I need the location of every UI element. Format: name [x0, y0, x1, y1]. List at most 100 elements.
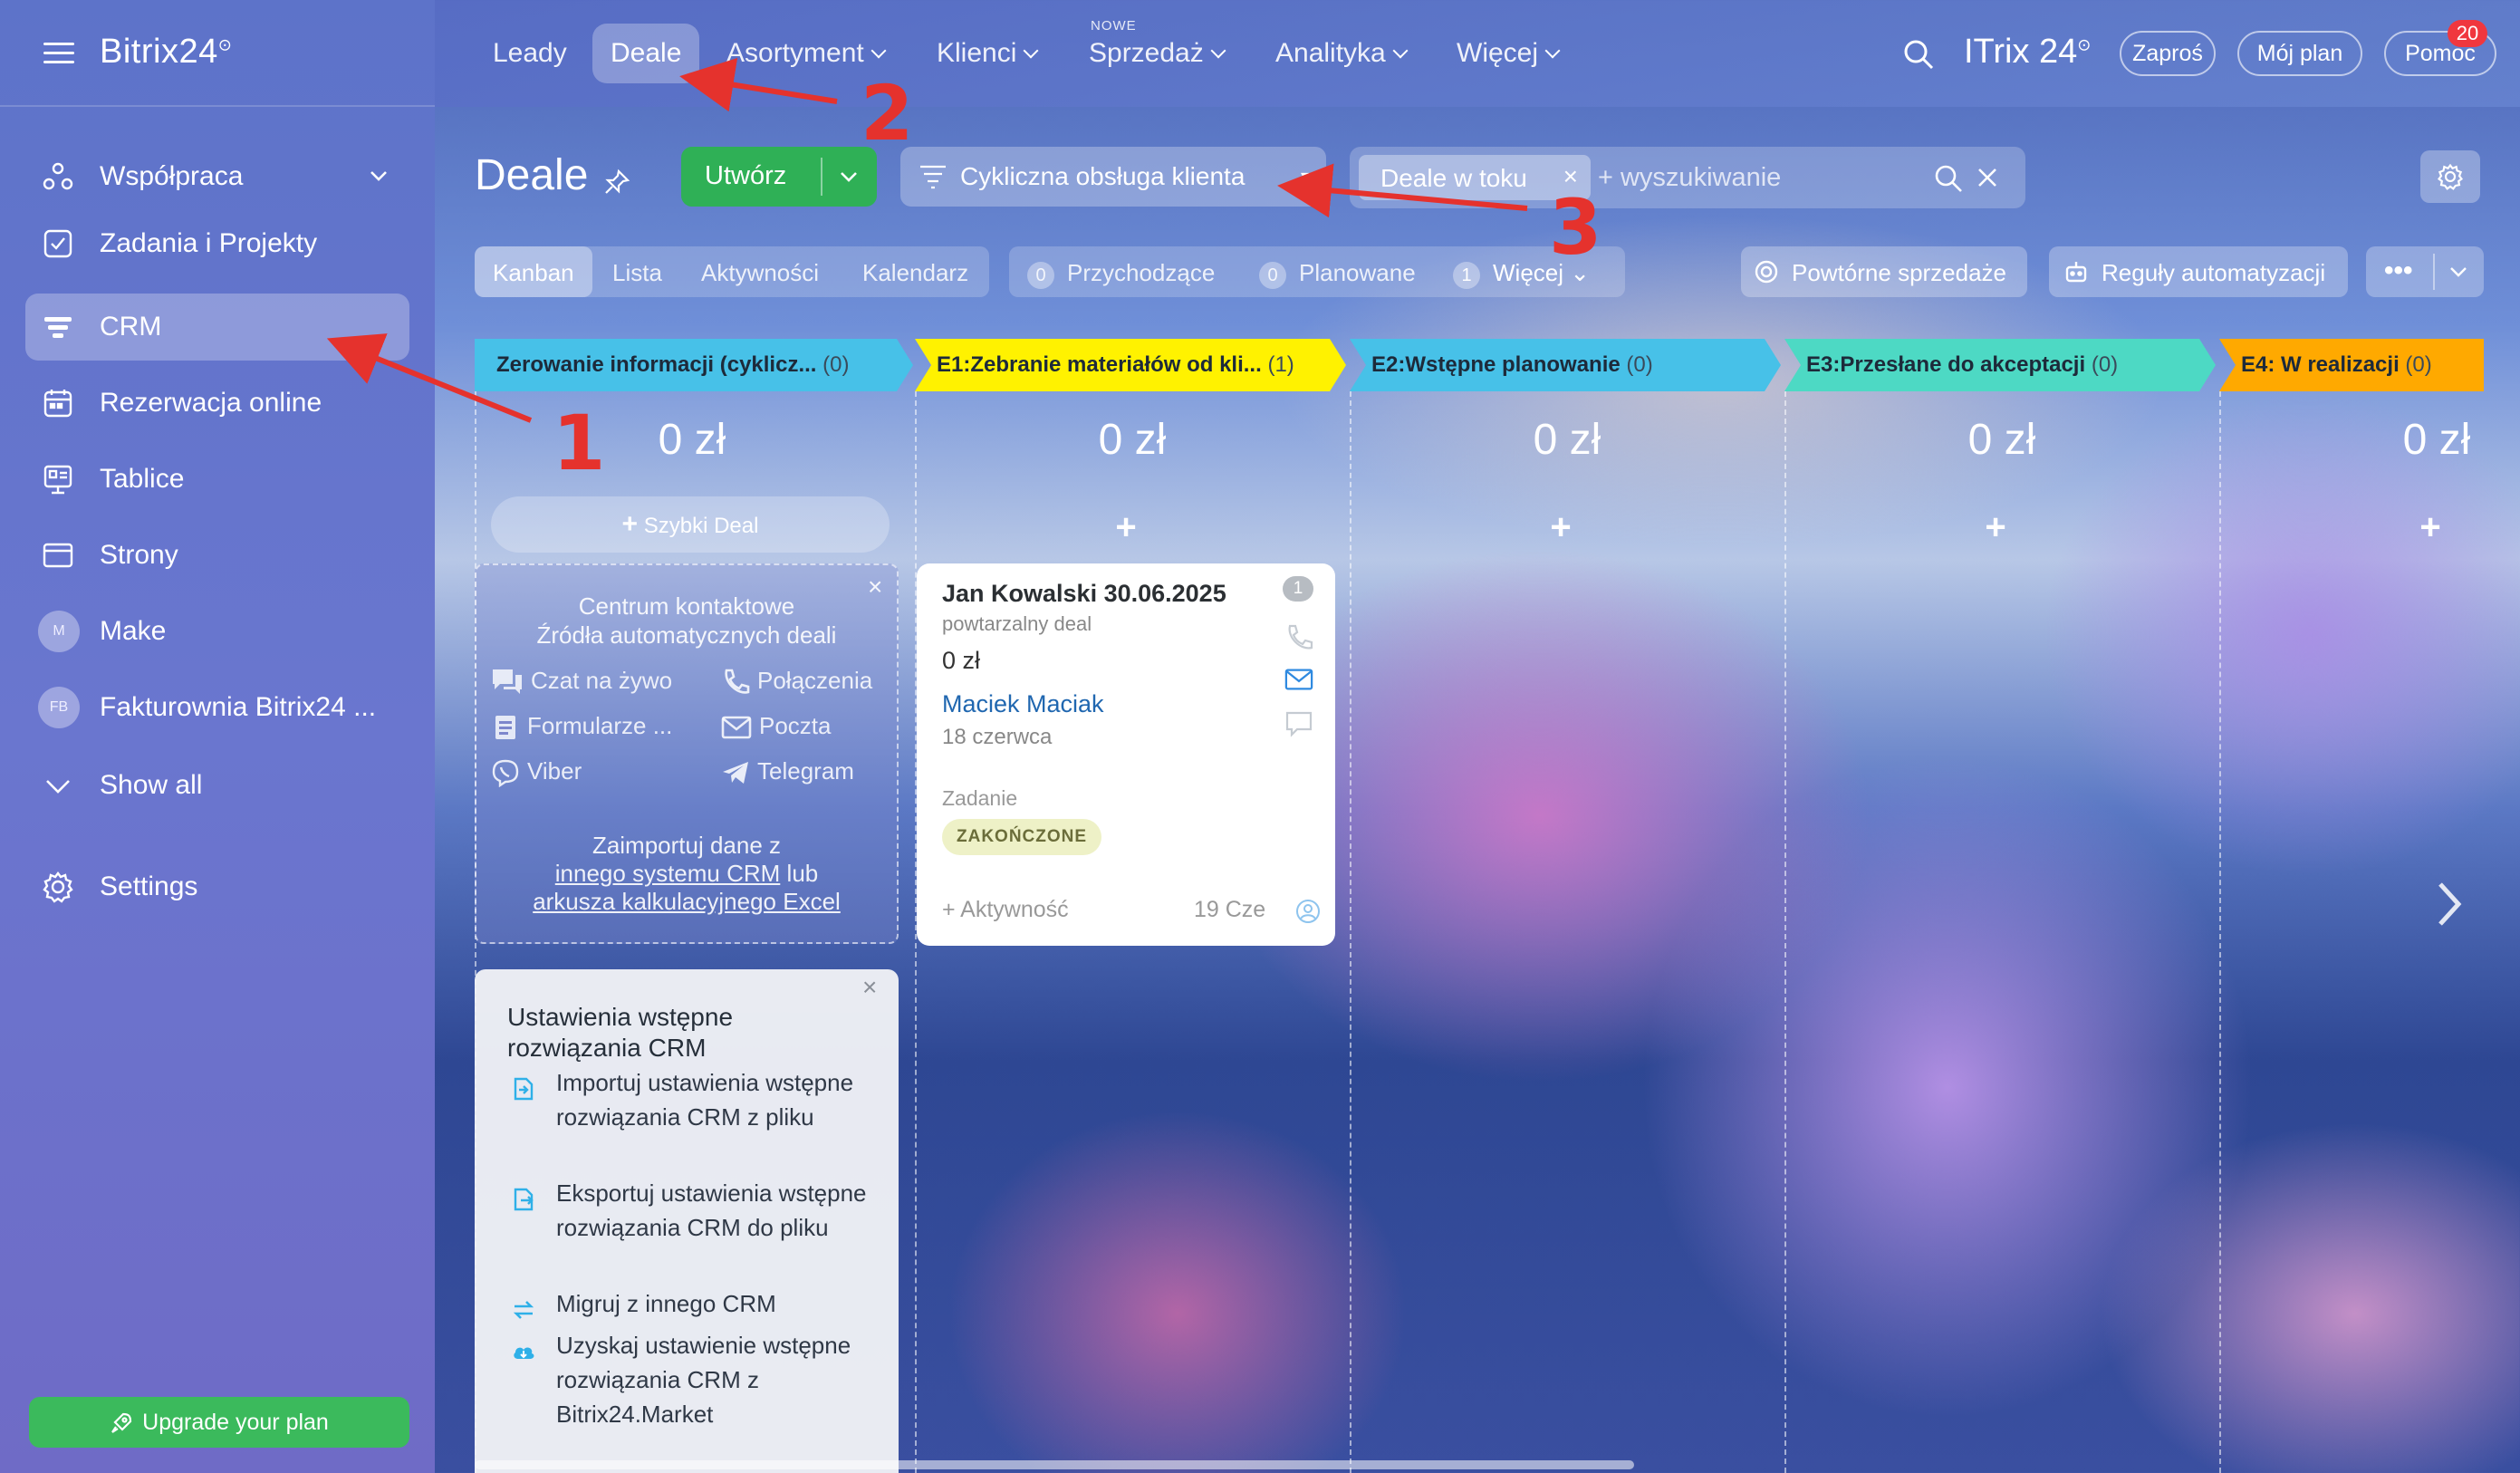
deal-date: 18 czerwca [942, 725, 1053, 749]
bitrix-logo[interactable]: Bitrix24⊙ [100, 33, 232, 72]
crm-presets-panel: × Ustawienia wstępne rozwiązania CRM Imp… [475, 969, 899, 1473]
column-header-e1[interactable]: E1:Zebranie materiałów od kli... (1) [915, 339, 1313, 391]
avatar-icon[interactable] [1295, 899, 1321, 924]
sidebar-item-zadania[interactable]: Zadania i Projekty [25, 210, 409, 277]
add-deal-plus-icon[interactable]: + [915, 507, 1337, 548]
counter-planned[interactable]: 0 Planowane [1259, 259, 1416, 289]
nav-item-klienci[interactable]: Klienci [937, 38, 1039, 69]
sidebar-item-tablice[interactable]: Tablice [25, 446, 409, 513]
sidebar-item-crm[interactable]: CRM [25, 294, 409, 361]
more-actions-button[interactable]: ••• [2366, 246, 2484, 297]
annotation-number-2: 2 [861, 69, 914, 158]
mail-icon[interactable] [1284, 667, 1313, 692]
sidebar-item-make[interactable]: M Make [25, 598, 409, 665]
close-icon[interactable]: × [862, 973, 877, 1002]
sidebar-settings[interactable]: Settings [25, 853, 409, 920]
chevron-right-icon[interactable] [2431, 877, 2467, 931]
search-icon[interactable] [1933, 163, 1964, 194]
preset-export-link[interactable]: Eksportuj ustawienia wstępne rozwiązania… [556, 1176, 882, 1245]
tab-aktywnosci[interactable]: Aktywności [701, 259, 819, 287]
pipeline-selector[interactable]: Cykliczna obsługa klienta ▾ [900, 147, 1326, 207]
task-checkbox-icon [43, 229, 72, 258]
nav-item-analityka[interactable]: Analityka [1275, 38, 1409, 69]
preset-migrate-link[interactable]: Migruj z innego CRM [556, 1286, 882, 1321]
deal-title[interactable]: Jan Kowalski 30.06.2025 [942, 580, 1226, 608]
horizontal-scrollbar[interactable] [475, 1460, 1634, 1469]
sidebar-item-rezerwacja[interactable]: Rezerwacja online [25, 370, 409, 437]
phone-icon [725, 669, 750, 694]
pin-icon[interactable] [603, 168, 630, 196]
add-deal-plus-icon[interactable]: + [2219, 507, 2520, 548]
chevron-down-icon [1210, 43, 1226, 59]
page-title: Deale [475, 151, 589, 199]
chevron-down-icon [1392, 43, 1409, 59]
import-excel-link[interactable]: arkusza kalkulacyjnego Excel [533, 888, 841, 915]
tab-kalendarz[interactable]: Kalendarz [862, 259, 968, 287]
column-header-e2[interactable]: E2:Wstępne planowanie (0) [1350, 339, 1748, 391]
counter-incoming[interactable]: 0 Przychodzące [1027, 259, 1215, 289]
deal-subtitle: powtarzalny deal [942, 612, 1092, 635]
add-deal-plus-icon[interactable]: + [1350, 507, 1772, 548]
add-deal-plus-icon[interactable]: + [1784, 507, 2207, 548]
search-input[interactable]: + wyszukiwanie [1598, 163, 1781, 193]
repeat-sales-button[interactable]: Powtórne sprzedaże [1741, 246, 2027, 297]
import-crm-link[interactable]: innego systemu CRM [555, 860, 781, 887]
activity-date: 19 Cze [1194, 897, 1266, 922]
task-label: Zadanie [942, 786, 1018, 810]
tab-kanban[interactable]: Kanban [493, 259, 574, 287]
source-calls[interactable]: Połączenia [721, 667, 872, 697]
source-telegram[interactable]: Telegram [721, 757, 854, 786]
portal-name[interactable]: ITrix 24⊙ [1964, 33, 2091, 72]
filter-search-box[interactable]: Deale w toku × + wyszukiwanie [1350, 147, 2025, 208]
column-header-e4[interactable]: E4: W realizacji (0) [2219, 339, 2484, 391]
kanban-settings-button[interactable] [2420, 150, 2480, 203]
nav-item-asortyment[interactable]: Asortyment [726, 38, 887, 69]
nav-item-deale[interactable]: Deale [611, 38, 681, 69]
column-header-e3[interactable]: E3:Przesłane do akceptacji (0) [1784, 339, 2183, 391]
chat-bubble-icon[interactable] [1284, 710, 1313, 737]
preset-market-link[interactable]: Uzyskaj ustawienie wstępne rozwiązania C… [556, 1328, 882, 1431]
phone-icon[interactable] [1284, 623, 1313, 652]
sidebar-item-wspolpraca[interactable]: Współpraca [25, 143, 409, 210]
automation-rules-button[interactable]: Reguły automatyzacji [2049, 246, 2348, 297]
nav-item-leady[interactable]: Leady [493, 38, 567, 69]
gear-icon [2437, 163, 2464, 190]
my-plan-button[interactable]: Mój plan [2237, 31, 2362, 76]
import-line: Zaimportuj dane z [592, 832, 782, 859]
tab-lista[interactable]: Lista [612, 259, 662, 287]
chevron-down-icon[interactable] [837, 167, 861, 187]
quick-deal-button[interactable]: + Szybki Deal [491, 496, 890, 553]
invite-button[interactable]: Zaproś [2120, 31, 2216, 76]
nav-item-wiecej[interactable]: Więcej [1457, 38, 1561, 69]
column-sum: 0 zł [1098, 416, 1167, 464]
column-header-zerowanie[interactable]: Zerowanie informacji (cyklicz... (0) [475, 339, 891, 391]
sidebar-show-all[interactable]: Show all [25, 752, 409, 819]
create-button[interactable]: Utwórz [681, 147, 877, 207]
source-viber[interactable]: Viber [491, 757, 582, 788]
sidebar-item-label: Strony [100, 540, 178, 570]
nav-item-sprzedaz[interactable]: Sprzedaż [1089, 38, 1226, 69]
menu-burger-icon[interactable] [43, 43, 74, 64]
deal-contact-link[interactable]: Maciek Maciak [942, 690, 1104, 718]
search-icon[interactable] [1902, 38, 1935, 71]
chevron-down-icon [46, 780, 70, 794]
annotation-number-1: 1 [553, 399, 606, 487]
automation-rules-label: Reguły automatyzacji [2102, 259, 2326, 286]
column-sum: 0 zł [1967, 416, 2036, 464]
chevron-down-icon[interactable] [2448, 263, 2469, 281]
chevron-down-icon [1023, 43, 1039, 59]
deal-counter-badge: 1 [1283, 576, 1313, 602]
add-activity-link[interactable]: + Aktywność [942, 897, 1069, 923]
sidebar-item-label: Settings [100, 871, 198, 901]
sidebar-item-fakturownia[interactable]: FB Fakturownia Bitrix24 ... [25, 674, 409, 741]
source-mail[interactable]: Poczta [721, 712, 832, 740]
browser-window-icon [43, 543, 73, 568]
source-forms[interactable]: Formularze ... [491, 712, 672, 742]
source-live-chat[interactable]: Czat na żywo [491, 667, 672, 697]
upgrade-plan-button[interactable]: Upgrade your plan [29, 1397, 409, 1448]
deal-card[interactable]: Jan Kowalski 30.06.2025 1 powtarzalny de… [917, 563, 1335, 946]
clear-icon[interactable] [1975, 165, 2000, 190]
preset-import-link[interactable]: Importuj ustawienia wstępne rozwiązania … [556, 1065, 882, 1134]
telegram-icon [723, 762, 748, 785]
sidebar-item-strony[interactable]: Strony [25, 522, 409, 589]
